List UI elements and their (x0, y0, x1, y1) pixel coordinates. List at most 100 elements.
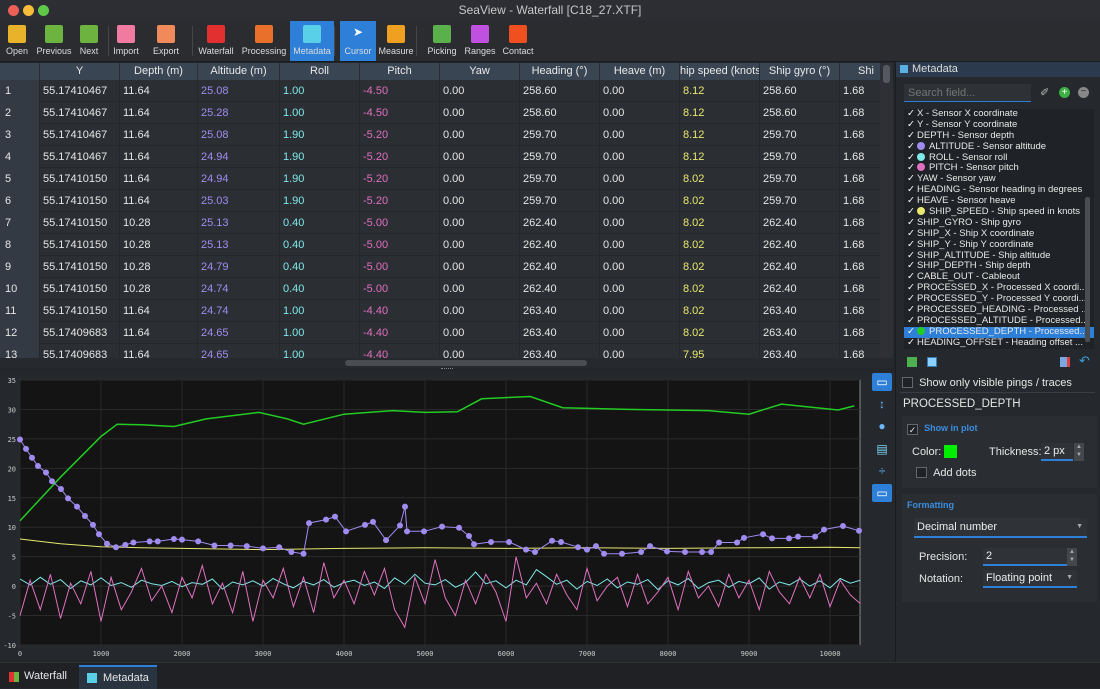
table-cell: 8.02 (680, 278, 760, 300)
toolbar-import-button[interactable]: Import (112, 21, 140, 61)
table-cell: 0.00 (600, 146, 680, 168)
toolbar-previous-button[interactable]: Previous (36, 21, 72, 61)
column-header[interactable]: Heading (°) (520, 63, 600, 80)
precision-stepper[interactable]: ▲ ▼ (1067, 548, 1077, 566)
table-row[interactable]: 11 55.17410150 11.64 24.74 1.00 -4.40 0.00 263.… (0, 300, 893, 322)
toolbar-measure-button[interactable]: Measure (378, 21, 414, 61)
table-row[interactable]: 7 55.17410150 10.28 25.13 0.40 -5.00 0.00 262.4… (0, 212, 893, 234)
add-icon[interactable]: + (1059, 87, 1070, 98)
notation-select[interactable]: Floating point ▼ (983, 570, 1077, 588)
table-row[interactable]: 1 55.17410467 11.64 25.08 1.00 -4.50 0.00 258.6… (0, 80, 893, 102)
table-horizontal-scrollbar[interactable] (0, 358, 893, 368)
table-row[interactable]: 2 55.17410467 11.64 25.28 1.00 -4.50 0.00 258.6… (0, 102, 893, 124)
thickness-input[interactable]: 2 px (1041, 443, 1073, 461)
check-all-icon[interactable] (907, 357, 917, 367)
column-header[interactable]: Heave (m) (600, 63, 680, 80)
toolbar-processing-button[interactable]: Processing (240, 21, 288, 61)
field-list[interactable]: ✓ X - Sensor X coordinate ✓ Y - Sensor Y co… (904, 109, 1094, 349)
table-row[interactable]: 4 55.17410467 11.64 24.94 1.90 -5.20 0.00 259.7… (0, 146, 893, 168)
color-dot-icon (917, 163, 925, 172)
toolbar-open-button[interactable]: Open (3, 21, 31, 61)
column-header[interactable]: Depth (m) (120, 63, 198, 80)
format-select[interactable]: Decimal number ▼ (914, 518, 1087, 538)
row-number: 11 (0, 300, 40, 322)
tab-waterfall[interactable]: Waterfall (0, 665, 78, 689)
search-field-input[interactable] (904, 84, 1031, 102)
selected-field-name: PROCESSED_DEPTH (903, 398, 1021, 410)
checkmark-icon[interactable]: ✓ (907, 239, 917, 251)
splitter-handle[interactable] (441, 368, 453, 370)
field-list-item[interactable]: ✓ HEADING_OFFSET - Heading offset ... (904, 337, 1094, 349)
table-row[interactable]: 13 55.17409683 11.64 24.65 1.00 -4.40 0.00 263.… (0, 344, 893, 358)
minimize-window-button[interactable] (23, 5, 34, 16)
checkmark-icon[interactable]: ✓ (907, 337, 917, 349)
toolbar-waterfall-button[interactable]: Waterfall (196, 21, 236, 61)
table-cell: 25.03 (198, 190, 280, 212)
add-dots-row[interactable]: Add dots (916, 467, 976, 479)
maximize-window-button[interactable] (38, 5, 49, 16)
x-tick-label: 4000 (336, 650, 353, 658)
toolbar-next-button[interactable]: Next (76, 21, 102, 61)
y-tick-label: 30 (8, 406, 16, 414)
vertical-zoom-icon[interactable]: ↕ (872, 395, 892, 413)
scroll-thumb[interactable] (883, 65, 890, 83)
column-header[interactable]: Yaw (440, 63, 520, 80)
color-swatch[interactable] (944, 445, 957, 458)
table-row[interactable]: 5 55.17410150 11.64 24.94 1.90 -5.20 0.00 259.7… (0, 168, 893, 190)
table-cell: 1.90 (280, 146, 360, 168)
checkmark-icon[interactable]: ✓ (907, 141, 917, 153)
reset-colors-icon[interactable] (1060, 357, 1070, 367)
column-header[interactable]: hip speed (knots (680, 63, 760, 80)
show-in-plot-checkbox[interactable]: ✓ (907, 424, 918, 435)
table-row[interactable]: 6 55.17410150 11.64 25.03 1.90 -5.20 0.00 259.7… (0, 190, 893, 212)
table-row[interactable]: 10 55.17410150 10.28 24.74 0.40 -5.00 0.00 262.… (0, 278, 893, 300)
precision-input[interactable]: 2 (983, 548, 1067, 566)
toolbar-ranges-button[interactable]: Ranges (462, 21, 498, 61)
close-window-button[interactable] (8, 5, 19, 16)
toolbar-picking-button[interactable]: Picking (425, 21, 459, 61)
show-visible-checkbox[interactable] (902, 377, 913, 388)
pan-tool-icon[interactable]: ▭ (872, 373, 892, 391)
row-number: 7 (0, 212, 40, 234)
column-header[interactable]: Roll (280, 63, 360, 80)
table-row[interactable]: 12 55.17409683 11.64 24.65 1.00 -4.40 0.00 263.… (0, 322, 893, 344)
scroll-thumb[interactable] (345, 360, 587, 366)
column-header[interactable]: Ship gyro (°) (760, 63, 840, 80)
table-cell: 55.17409683 (40, 344, 120, 358)
uncheck-all-icon[interactable] (927, 357, 937, 367)
y-tick-label: 0 (12, 583, 16, 591)
table-row[interactable]: 8 55.17410150 10.28 25.13 0.40 -5.00 0.00 262.4… (0, 234, 893, 256)
table-icon[interactable]: ▤ (872, 440, 892, 458)
table-cell: 0.00 (600, 300, 680, 322)
corner-header[interactable] (0, 63, 40, 80)
fit-icon[interactable]: ÷ (872, 462, 892, 480)
column-header[interactable]: Y (40, 63, 120, 80)
field-list-scrollbar[interactable] (1085, 197, 1090, 342)
show-visible-checkbox-row[interactable]: Show only visible pings / traces (902, 377, 1072, 389)
add-dots-checkbox[interactable] (916, 467, 927, 478)
show-in-plot-row[interactable]: ✓ Show in plot (907, 422, 978, 435)
toolbar-contact-button[interactable]: Contact (500, 21, 536, 61)
toolbar-cursor-button[interactable]: ➤ Cursor (340, 21, 376, 61)
eraser-icon[interactable]: ✐ (1040, 86, 1049, 99)
column-header[interactable]: Pitch (360, 63, 440, 80)
toolbar-metadata-button[interactable]: Metadata (290, 21, 334, 61)
undo-icon[interactable]: ↶ (1079, 353, 1090, 369)
plot-svg: 0 1000 2000 3000 4000 5000 6000 7000 8000 9000 100… (3, 377, 863, 658)
toolbar-export-button[interactable]: Export (151, 21, 181, 61)
legend-icon[interactable]: ▭ (872, 484, 892, 502)
toolbar-separator (334, 26, 335, 56)
data-point (708, 548, 715, 555)
table-row[interactable]: 3 55.17410467 11.64 25.08 1.90 -5.20 0.00 259.7… (0, 124, 893, 146)
table-vertical-scrollbar[interactable] (880, 63, 893, 358)
column-header[interactable]: Altitude (m) (198, 63, 280, 80)
zoom-icon[interactable]: ● (872, 417, 892, 435)
metadata-plot[interactable]: 0 1000 2000 3000 4000 5000 6000 7000 8000 9000 100… (0, 372, 868, 660)
tab-metadata[interactable]: Metadata (79, 665, 157, 689)
thickness-stepper[interactable]: ▲ ▼ (1074, 443, 1084, 461)
remove-icon[interactable]: − (1078, 87, 1089, 98)
table-row[interactable]: 9 55.17410150 10.28 24.79 0.40 -5.00 0.00 262.4… (0, 256, 893, 278)
data-point (786, 535, 793, 542)
table-cell: 0.00 (440, 80, 520, 102)
data-point (506, 538, 513, 545)
